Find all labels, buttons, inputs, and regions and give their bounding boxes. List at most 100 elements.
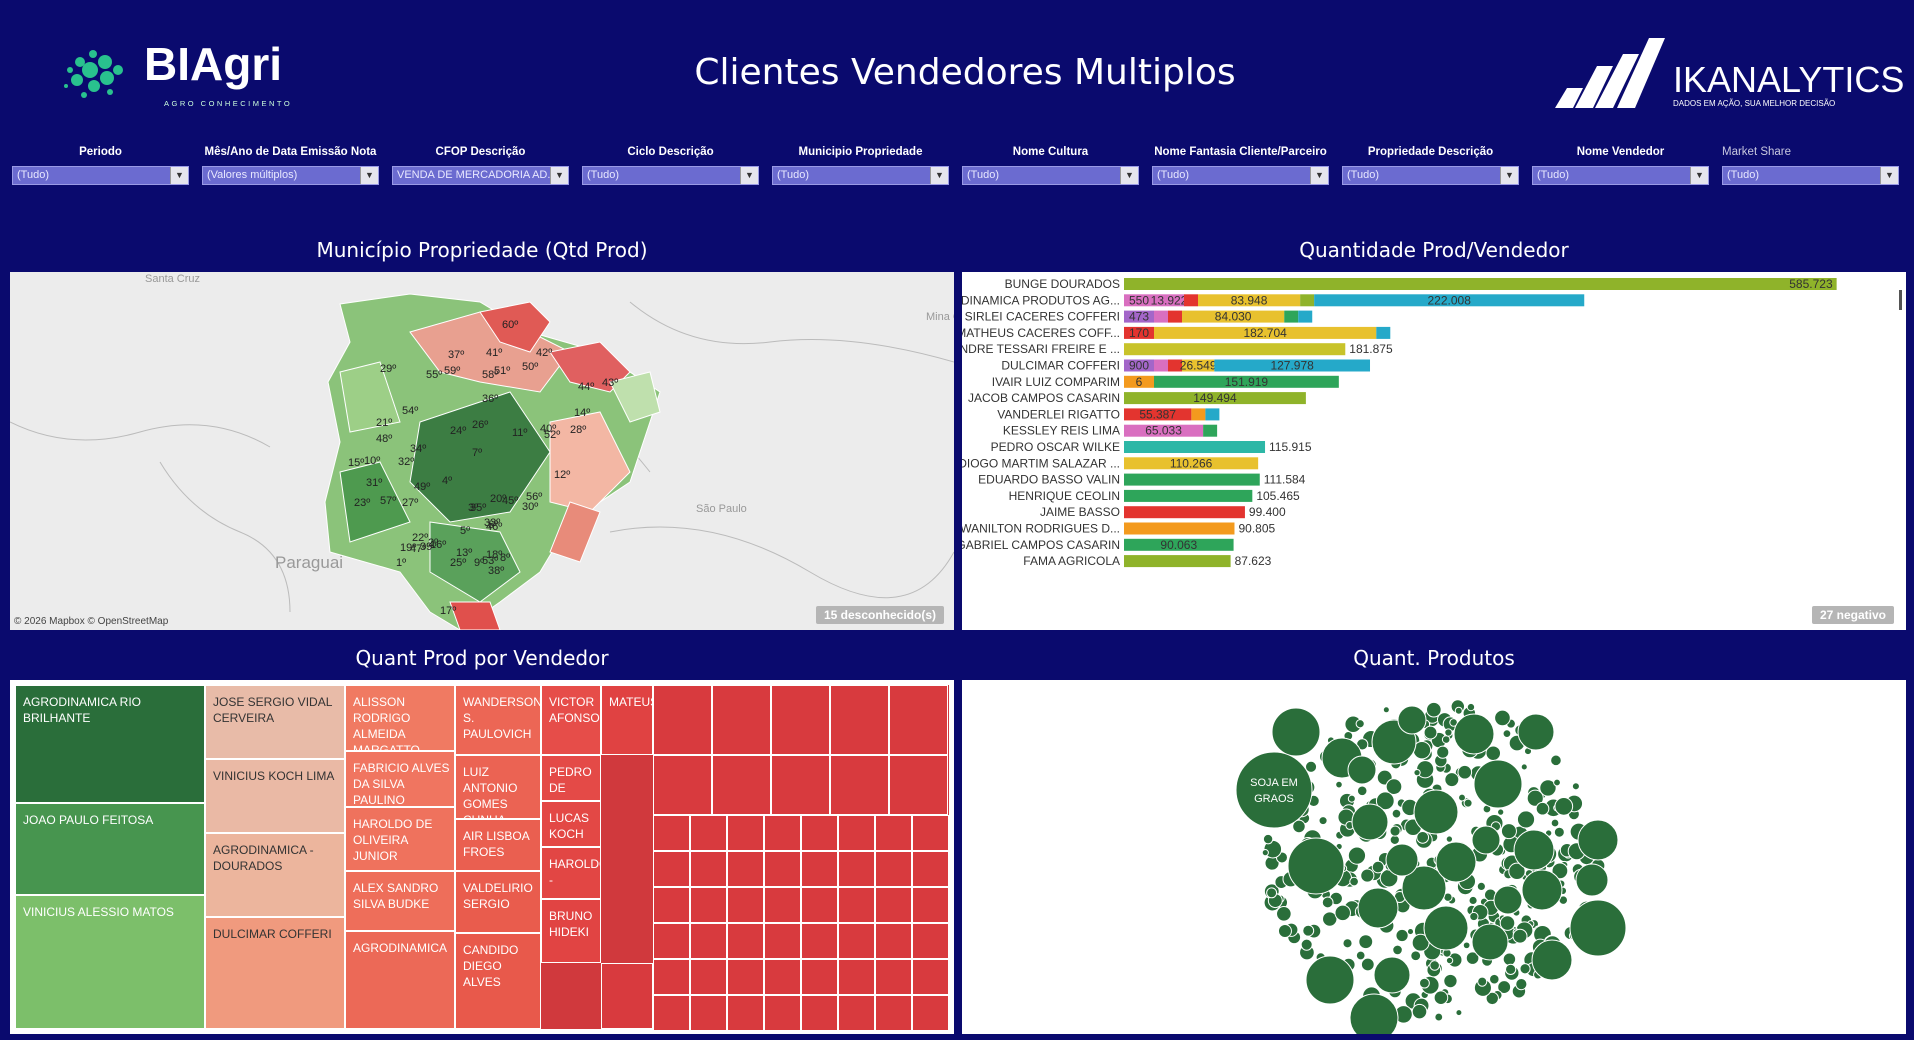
product-bubble[interactable] bbox=[1444, 772, 1460, 788]
product-bubble[interactable] bbox=[1347, 846, 1367, 865]
product-bubble[interactable] bbox=[1433, 990, 1449, 1006]
product-bubble[interactable] bbox=[1435, 841, 1477, 883]
product-bubble[interactable] bbox=[1443, 973, 1458, 989]
product-bubble[interactable] bbox=[1502, 952, 1517, 966]
treemap-tile[interactable]: FABRICIO ALVES DA SILVA PAULINO bbox=[345, 751, 455, 807]
product-bubble[interactable] bbox=[1334, 904, 1351, 922]
treemap-tile[interactable]: VINICIUS KOCH LIMA bbox=[205, 759, 345, 833]
product-bubble[interactable] bbox=[1515, 978, 1528, 991]
product-bubble[interactable] bbox=[1569, 899, 1627, 957]
treemap-tile[interactable] bbox=[690, 995, 727, 1031]
product-bubble[interactable] bbox=[1349, 876, 1359, 887]
treemap-tile[interactable]: HAROLDO DE OLIVEIRA JUNIOR bbox=[345, 807, 455, 871]
product-bubble[interactable] bbox=[1434, 1012, 1444, 1022]
bar-segment[interactable] bbox=[1184, 294, 1198, 307]
treemap-tile[interactable] bbox=[727, 887, 764, 923]
treemap-tile[interactable] bbox=[601, 963, 653, 1029]
product-bubble[interactable] bbox=[1489, 973, 1500, 985]
treemap-tile[interactable]: VALDELIRIO SERGIO bbox=[455, 871, 541, 933]
product-bubble[interactable] bbox=[1305, 955, 1355, 1005]
product-bubble[interactable] bbox=[1276, 905, 1292, 922]
product-bubble[interactable] bbox=[1445, 835, 1454, 843]
product-bubble[interactable] bbox=[1356, 785, 1368, 797]
product-bubble[interactable] bbox=[1535, 801, 1550, 816]
chevron-down-icon[interactable]: ▼ bbox=[1500, 167, 1518, 184]
treemap-tile[interactable] bbox=[838, 995, 875, 1031]
treemap-tile[interactable]: CANDIDO DIEGO ALVES bbox=[455, 933, 541, 1029]
product-bubble[interactable] bbox=[1473, 759, 1523, 809]
product-bubble[interactable] bbox=[1553, 826, 1565, 838]
treemap-tile[interactable] bbox=[653, 851, 690, 887]
product-bubble[interactable] bbox=[1318, 816, 1328, 826]
product-bubble[interactable] bbox=[1360, 957, 1375, 972]
treemap-tile[interactable] bbox=[838, 923, 875, 959]
product-bubble[interactable] bbox=[1357, 887, 1399, 929]
treemap-tile[interactable]: LUCAS KOCH bbox=[541, 801, 601, 847]
product-bubble[interactable] bbox=[1458, 793, 1466, 802]
chevron-down-icon[interactable]: ▼ bbox=[360, 167, 378, 184]
treemap-tile[interactable]: DULCIMAR COFFERI bbox=[205, 917, 345, 1029]
treemap-tile[interactable] bbox=[912, 959, 949, 995]
product-bubble[interactable] bbox=[1531, 939, 1573, 981]
municipio-map[interactable]: 1º 2º 3º 4º 5º 6º 7º 8º 9º 10º 11º 12º 13º 14º 15º 16º 1… bbox=[10, 272, 954, 630]
product-bubble[interactable] bbox=[1469, 911, 1479, 922]
treemap-tile[interactable] bbox=[838, 959, 875, 995]
treemap-tile[interactable]: HAROLDO - bbox=[541, 847, 601, 899]
treemap-tile[interactable] bbox=[690, 887, 727, 923]
scrollbar[interactable] bbox=[1899, 290, 1902, 310]
unknown-badge[interactable]: 15 desconhecido(s) bbox=[815, 606, 944, 624]
treemap-tile[interactable] bbox=[875, 887, 912, 923]
chevron-down-icon[interactable]: ▼ bbox=[1120, 167, 1138, 184]
product-bubble[interactable] bbox=[1355, 950, 1366, 961]
treemap-tile[interactable] bbox=[690, 959, 727, 995]
negative-badge[interactable]: 27 negativo bbox=[1811, 606, 1894, 624]
treemap-tile[interactable] bbox=[727, 815, 764, 851]
product-bubble[interactable] bbox=[1471, 923, 1509, 961]
bar-segment[interactable] bbox=[1284, 310, 1299, 323]
treemap-tile[interactable] bbox=[727, 851, 764, 887]
treemap-tile[interactable]: ALISSON RODRIGO ALMEIDA MARGATTO bbox=[345, 685, 455, 751]
product-bubble[interactable] bbox=[1444, 728, 1453, 737]
treemap-tile[interactable] bbox=[830, 755, 889, 815]
treemap-tile[interactable] bbox=[764, 923, 801, 959]
bar-segment[interactable] bbox=[1124, 506, 1245, 519]
chevron-down-icon[interactable]: ▼ bbox=[740, 167, 758, 184]
treemap-tile[interactable] bbox=[653, 959, 690, 995]
product-bubble[interactable] bbox=[1497, 808, 1505, 816]
bar-segment[interactable] bbox=[1376, 326, 1391, 339]
product-bubble[interactable] bbox=[1385, 843, 1419, 877]
product-bubble[interactable] bbox=[1382, 706, 1390, 714]
product-bubble[interactable] bbox=[1550, 818, 1560, 828]
product-bubble[interactable] bbox=[1266, 887, 1278, 899]
product-bubble[interactable] bbox=[1476, 881, 1486, 891]
treemap-tile[interactable] bbox=[838, 851, 875, 887]
treemap-tile[interactable]: JOAO PAULO FEITOSA bbox=[15, 803, 205, 895]
bar-segment[interactable] bbox=[1124, 343, 1346, 356]
filter-dropdown[interactable]: VENDA DE MERCADORIA AD... ▼ bbox=[392, 166, 569, 185]
filter-dropdown[interactable]: (Tudo) ▼ bbox=[1722, 166, 1899, 185]
product-bubble[interactable] bbox=[1494, 709, 1511, 727]
product-bubble[interactable] bbox=[1453, 713, 1495, 755]
product-bubble[interactable] bbox=[1423, 725, 1438, 740]
product-bubble[interactable] bbox=[1520, 763, 1528, 771]
product-bubble[interactable] bbox=[1391, 808, 1402, 819]
treemap-tile[interactable] bbox=[727, 959, 764, 995]
bar-segment[interactable] bbox=[1168, 310, 1182, 323]
bar-segment[interactable] bbox=[1124, 555, 1231, 568]
soja-em-graos-bubble[interactable] bbox=[1235, 751, 1313, 829]
product-bubble[interactable] bbox=[1463, 798, 1473, 808]
product-bubble[interactable] bbox=[1517, 713, 1555, 751]
treemap-tile[interactable] bbox=[912, 815, 949, 851]
treemap-tile[interactable] bbox=[764, 995, 801, 1031]
treemap-tile[interactable] bbox=[889, 685, 948, 755]
product-bubble[interactable] bbox=[1389, 825, 1401, 837]
product-bubble[interactable] bbox=[1575, 863, 1609, 897]
filter-dropdown[interactable]: (Tudo) ▼ bbox=[772, 166, 949, 185]
treemap-tile[interactable] bbox=[764, 887, 801, 923]
treemap-tile[interactable] bbox=[764, 959, 801, 995]
product-bubble[interactable] bbox=[1445, 956, 1454, 965]
treemap-tile[interactable]: ALEX SANDRO SILVA BUDKE bbox=[345, 871, 455, 931]
product-bubble[interactable] bbox=[1513, 829, 1555, 871]
product-bubble[interactable] bbox=[1577, 819, 1619, 861]
product-bubble[interactable] bbox=[1360, 868, 1375, 883]
